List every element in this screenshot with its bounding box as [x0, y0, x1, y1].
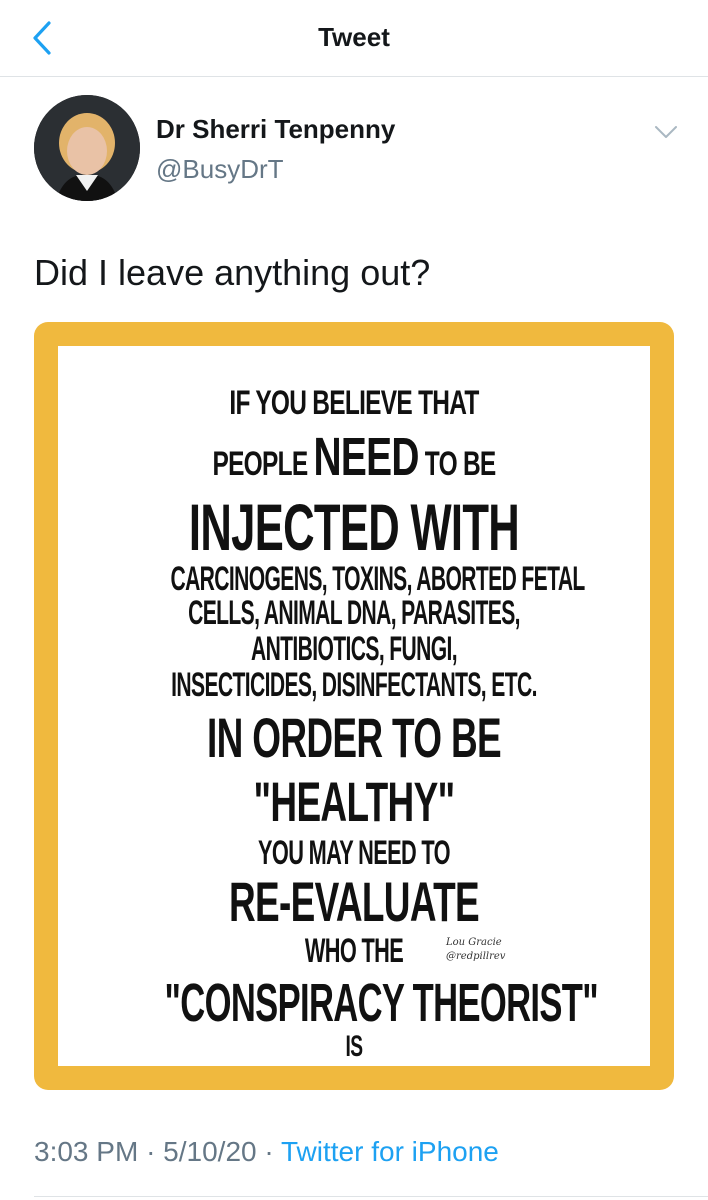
poster-word: PEOPLE: [212, 445, 308, 483]
poster-line: IN ORDER TO BE: [206, 706, 502, 769]
tweet-time: 3:03 PM: [34, 1136, 139, 1167]
poster-word: TO BE: [424, 445, 496, 483]
profile-photo: [34, 95, 140, 201]
tweet-image[interactable]: IF YOU BELIEVE THAT PEOPLE NEED TO BE IN…: [34, 322, 674, 1090]
author-name[interactable]: Dr Sherri Tenpenny: [156, 114, 395, 145]
tweet-options-button[interactable]: [648, 118, 684, 146]
signature-name: Lou Gracie: [446, 937, 502, 948]
tweet-source-link[interactable]: Twitter for iPhone: [281, 1136, 499, 1167]
poster-line: CARCINOGENS, TOXINS, ABORTED FETAL: [170, 560, 585, 598]
poster-line: IS: [345, 1030, 364, 1063]
tweet-date: 5/10/20: [163, 1136, 257, 1167]
page-title: Tweet: [318, 22, 390, 52]
poster-word: NEED: [313, 427, 420, 487]
signature-handle: @redpillrev: [446, 951, 506, 962]
navigation-bar: Tweet: [0, 0, 708, 77]
meta-separator: ·: [264, 1136, 274, 1167]
meme-poster: IF YOU BELIEVE THAT PEOPLE NEED TO BE IN…: [58, 346, 650, 1066]
poster-line: YOU MAY NEED TO: [258, 834, 451, 872]
poster-line: ANTIBIOTICS, FUNGI,: [250, 630, 458, 668]
tweet-text: Did I leave anything out?: [34, 252, 431, 293]
divider: [34, 1196, 708, 1197]
poster-line: IF YOU BELIEVE THAT: [229, 384, 479, 422]
poster-signature: Lou Gracie @redpillrev: [446, 936, 505, 964]
poster-line: PEOPLE NEED TO BE: [141, 430, 567, 484]
poster-line: INSECTICIDES, DISINFECTANTS, ETC.: [171, 666, 537, 704]
poster-line: "CONSPIRACY THEORIST": [164, 973, 599, 1033]
poster-line: INJECTED WITH: [188, 490, 520, 564]
poster-line: CELLS, ANIMAL DNA, PARASITES,: [188, 594, 520, 632]
avatar[interactable]: [34, 95, 140, 201]
poster-line: "HEALTHY": [253, 770, 456, 833]
chevron-down-icon: [655, 126, 677, 138]
tweet-metadata: 3:03 PM · 5/10/20 · Twitter for iPhone: [34, 1136, 499, 1168]
poster-line: RE-EVALUATE: [228, 870, 480, 933]
meta-separator: ·: [146, 1136, 156, 1167]
author-handle[interactable]: @BusyDrT: [156, 154, 284, 185]
